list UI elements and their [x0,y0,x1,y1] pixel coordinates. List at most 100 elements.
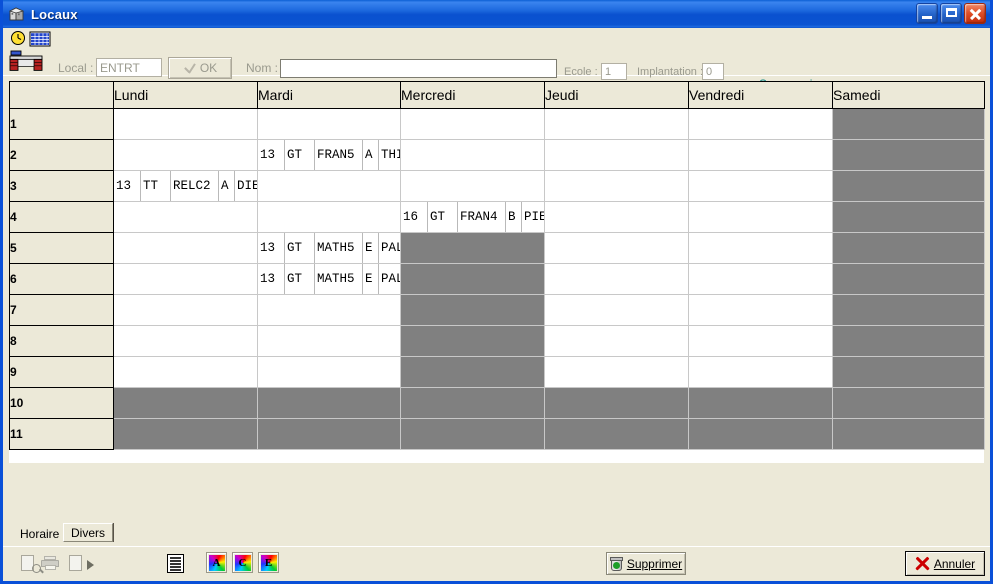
course-code: FRAN4 [458,202,506,232]
timetable-cell [400,418,545,450]
timetable-cell[interactable] [544,232,689,264]
timetable-cell[interactable] [113,108,258,140]
timetable-cell[interactable] [257,170,401,202]
tab-divers-label: Divers [71,525,106,540]
period-label: 10 [9,387,114,419]
course-number: 13 [259,140,285,170]
course-number: 13 [115,171,141,201]
timetable-header-jeudi[interactable]: Jeudi [544,81,689,109]
timetable-cell[interactable] [688,356,833,388]
timetable-cell[interactable] [113,356,258,388]
timetable-cell[interactable] [544,325,689,357]
timetable-cell[interactable] [257,201,401,233]
course-type: TT [141,171,171,201]
timetable-cell[interactable] [400,139,545,171]
supprimer-button[interactable]: Supprimer [606,552,686,575]
format-a-button[interactable]: A [206,552,227,573]
course-type: GT [285,140,315,170]
timetable-cell[interactable] [688,232,833,264]
locaux-window: Locaux Local: ENTRT OK Nom: Ecole: 1 … [0,0,993,584]
course-code: MATH5 [315,233,363,263]
checkmark-icon [183,63,196,74]
timetable-cell [832,325,985,357]
timetable-cell[interactable] [688,139,833,171]
timetable-cell[interactable]: 13GTFRAN5ATHICH [257,139,401,171]
local-input[interactable] [96,58,162,77]
timetable-cell [400,356,545,388]
timetable-header-mercredi[interactable]: Mercredi [400,81,545,109]
timetable-cell[interactable]: 13GTMATH5EPALMI [257,263,401,295]
timetable-cell[interactable] [544,201,689,233]
timetable-cell[interactable] [688,108,833,140]
timetable-cell[interactable] [113,201,258,233]
timetable-cell[interactable] [257,356,401,388]
course-entry: 16GTFRAN4BPIEJM [402,202,544,232]
table-row: 313TTRELC2ADIEDE [9,170,985,202]
ok-button[interactable]: OK [168,57,232,79]
minimize-button[interactable] [916,3,938,24]
timetable-cell [832,139,985,171]
table-row: 1 [9,108,985,140]
timetable-cell[interactable] [544,294,689,326]
timetable-header-mardi[interactable]: Mardi [257,81,401,109]
timetable-cell[interactable] [544,139,689,171]
close-button[interactable] [964,3,986,24]
timetable-cell[interactable] [688,170,833,202]
timetable-cell[interactable] [113,325,258,357]
timetable-cell[interactable] [113,294,258,326]
timetable-cell[interactable] [257,325,401,357]
title-bar[interactable]: Locaux [3,0,990,28]
timetable-cell[interactable] [688,263,833,295]
timetable-cell[interactable] [688,201,833,233]
timetable-cell[interactable] [113,263,258,295]
format-e-button[interactable]: E [258,552,279,573]
nom-input[interactable] [280,59,557,78]
print-icon[interactable] [41,554,61,574]
maximize-button[interactable] [940,3,962,24]
timetable-cell [832,356,985,388]
print-preview-icon[interactable] [21,554,41,574]
timetable-cell[interactable] [400,108,545,140]
export-icon[interactable] [69,554,94,574]
ok-button-label: OK [199,61,218,75]
list-icon[interactable] [167,554,185,574]
timetable-cell[interactable] [257,294,401,326]
timetable-cell[interactable]: 16GTFRAN4BPIEJM [400,201,545,233]
locaux-icon-cluster [9,30,53,72]
timetable-cell[interactable] [113,232,258,264]
course-number: 16 [402,202,428,232]
course-number: 13 [259,233,285,263]
timetable-cell[interactable]: 13TTRELC2ADIEDE [113,170,258,202]
timetable-cell[interactable] [113,139,258,171]
timetable-header-lundi[interactable]: Lundi [113,81,258,109]
timetable-header-vendredi[interactable]: Vendredi [688,81,833,109]
timetable-cell[interactable] [544,263,689,295]
timetable-cell [688,418,833,450]
course-teacher: PALMI [381,241,400,255]
timetable-cell[interactable] [544,108,689,140]
annuler-button[interactable]: Annuler [905,551,985,576]
timetable-cell[interactable] [257,108,401,140]
format-c-button[interactable]: C [232,552,253,573]
timetable-cell[interactable] [688,294,833,326]
course-code: RELC2 [171,171,219,201]
table-row: 7 [9,294,985,326]
format-c-label: C [234,554,251,571]
timetable-header-samedi[interactable]: Samedi [832,81,985,109]
timetable-cell [832,170,985,202]
ecole-input[interactable] [601,63,627,80]
local-label: Local : [58,61,94,75]
implantation-input[interactable] [702,63,724,80]
tab-horaire[interactable]: Horaire [13,525,67,542]
window-title: Locaux [31,6,78,22]
timetable-cell [832,201,985,233]
period-label: 7 [9,294,114,326]
timetable-cell[interactable]: 13GTMATH5EPALMI [257,232,401,264]
timetable-cell[interactable] [544,356,689,388]
implantation-label: Implantation : [637,66,704,78]
timetable-cell[interactable] [544,170,689,202]
tab-divers[interactable]: Divers [63,523,114,542]
timetable-cell [113,418,258,450]
timetable-cell[interactable] [688,325,833,357]
timetable-cell[interactable] [400,170,545,202]
